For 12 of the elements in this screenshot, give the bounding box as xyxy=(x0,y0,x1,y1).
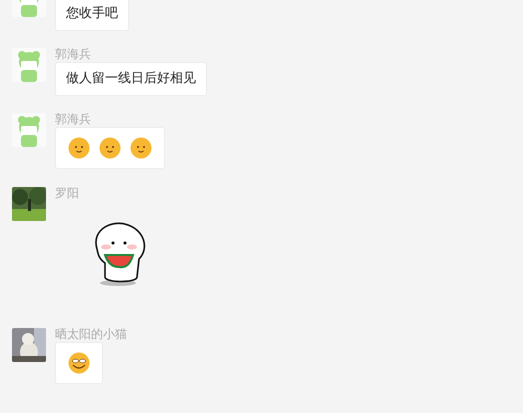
message-bubble: 做人留一线日后好相见 xyxy=(55,62,207,96)
message-bubble: 您收手吧 xyxy=(55,0,129,31)
smiley-icon xyxy=(68,137,90,159)
sender-name: 郭海兵 xyxy=(55,112,91,127)
grinning-face-icon xyxy=(68,352,90,374)
sender-name: 罗阳 xyxy=(55,186,79,201)
smiley-icon xyxy=(99,137,121,159)
smiley-icon xyxy=(130,137,152,159)
sender-name: 郭海兵 xyxy=(55,47,91,62)
sender-name: 晒太阳的小猫 xyxy=(55,327,127,342)
avatar-icon[interactable] xyxy=(12,48,46,82)
avatar-icon[interactable] xyxy=(12,113,46,147)
